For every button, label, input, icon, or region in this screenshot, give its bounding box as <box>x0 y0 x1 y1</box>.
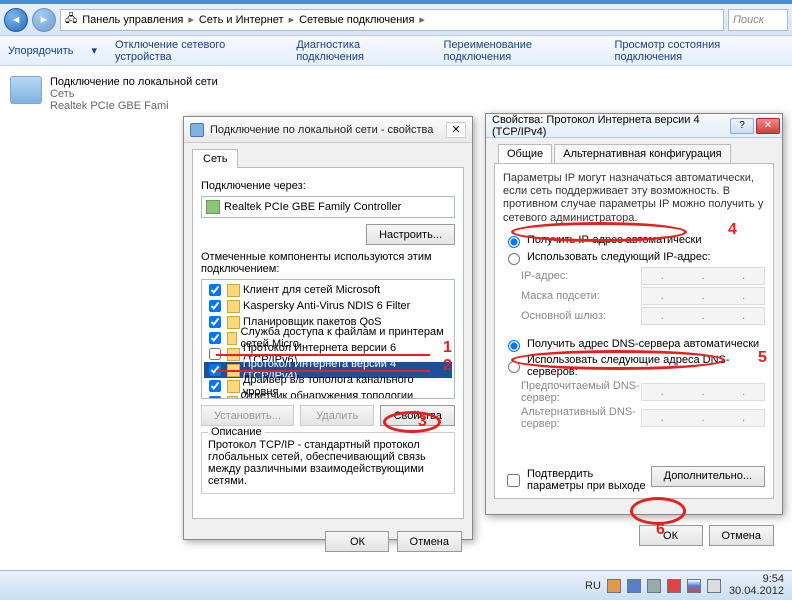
component-icon <box>227 284 240 297</box>
dialog-title: Подключение по локальной сети - свойства <box>210 124 446 136</box>
ip-label: IP-адрес: <box>521 270 641 282</box>
radio-manual-ip[interactable]: Использовать следующий IP-адрес: <box>503 250 765 265</box>
crumb[interactable]: Сеть и Интернет <box>196 14 287 26</box>
adapter-icon <box>206 200 220 214</box>
component-label: Kaspersky Anti-Virus NDIS 6 Filter <box>243 300 410 312</box>
connection-sub: Сеть <box>50 88 218 100</box>
help-button[interactable]: ? <box>730 118 754 134</box>
close-icon[interactable]: ✕ <box>446 122 466 138</box>
view-status[interactable]: Просмотр состояния подключения <box>614 39 784 63</box>
component-check[interactable] <box>209 284 221 296</box>
dialog-icon <box>190 123 204 137</box>
component-icon <box>227 316 240 329</box>
titlebar[interactable]: Подключение по локальной сети - свойства… <box>184 117 472 143</box>
ip-input: ... <box>641 267 765 285</box>
install-button[interactable]: Установить... <box>201 405 294 426</box>
dialog-title: Свойства: Протокол Интернета версии 4 (T… <box>492 114 730 138</box>
radio-auto-dns[interactable]: Получить адрес DNS-сервера автоматически <box>503 337 765 352</box>
annotation-underline-2 <box>216 370 430 372</box>
tray-icon[interactable] <box>607 579 621 593</box>
info-text: Параметры IP могут назначаться автоматич… <box>503 172 765 225</box>
dns1-label: Предпочитаемый DNS-сервер: <box>521 380 641 404</box>
adapter-name: Realtek PCIe GBE Family Controller <box>224 201 401 213</box>
close-icon[interactable]: ✕ <box>756 118 780 134</box>
forward-button[interactable]: ► <box>32 8 56 32</box>
components-label: Отмеченные компоненты используются этим … <box>201 251 455 275</box>
advanced-button[interactable]: Дополнительно... <box>651 466 765 487</box>
component-icon <box>227 300 240 313</box>
tray-icon[interactable] <box>647 579 661 593</box>
system-tray[interactable]: RU <box>585 579 721 593</box>
radio-auto-ip[interactable]: Получить IP-адрес автоматически <box>503 233 765 248</box>
configure-button[interactable]: Настроить... <box>366 224 455 245</box>
components-list[interactable]: Клиент для сетей Microsoft Kaspersky Anti… <box>201 279 455 399</box>
validate-check[interactable]: Подтвердить параметры при выходе <box>503 468 651 492</box>
component-check[interactable] <box>209 380 221 392</box>
tab-alt[interactable]: Альтернативная конфигурация <box>554 144 730 163</box>
component-row[interactable]: Клиент для сетей Microsoft <box>204 282 452 298</box>
dns2-input: ... <box>641 409 765 427</box>
nav-bar: ◄ ► 🖧 Панель управления▸ Сеть и Интернет… <box>0 4 792 36</box>
clock[interactable]: 9:54 30.04.2012 <box>729 574 784 597</box>
via-label: Подключение через: <box>201 180 455 192</box>
crumb[interactable]: Сетевые подключения <box>296 14 417 26</box>
organize-menu[interactable]: Упорядочить <box>8 45 73 57</box>
component-check[interactable] <box>209 316 221 328</box>
component-check[interactable] <box>209 332 221 344</box>
gw-label: Основной шлюз: <box>521 310 641 322</box>
component-label: Ответчик обнаружения топологии канальног… <box>241 390 451 399</box>
connection-name: Подключение по локальной сети <box>50 76 218 88</box>
back-button[interactable]: ◄ <box>4 8 28 32</box>
lang-indicator[interactable]: RU <box>585 580 601 592</box>
radio-manual-dns[interactable]: Использовать следующие адреса DNS-сервер… <box>503 354 765 378</box>
cancel-button[interactable]: Отмена <box>709 525 774 546</box>
description-text: Протокол TCP/IP - стандартный протокол г… <box>208 439 448 487</box>
component-icon <box>227 332 237 345</box>
tray-icon[interactable] <box>667 579 681 593</box>
description-title: Описание <box>208 426 265 438</box>
diagnose[interactable]: Диагностика подключения <box>296 39 425 63</box>
component-label: Клиент для сетей Microsoft <box>243 284 380 296</box>
connection-adapter: Realtek PCIe GBE Fami <box>50 100 218 112</box>
adapter-field: Realtek PCIe GBE Family Controller <box>201 196 455 218</box>
component-icon <box>227 380 240 393</box>
dns2-label: Альтернативный DNS-сервер: <box>521 406 641 430</box>
disable-device[interactable]: Отключение сетевого устройства <box>115 39 278 63</box>
tray-icon[interactable] <box>627 579 641 593</box>
toolbar: Упорядочить▾ Отключение сетевого устройс… <box>0 36 792 66</box>
properties-button[interactable]: Свойства <box>380 405 455 426</box>
mask-input: ... <box>641 287 765 305</box>
tab-network[interactable]: Сеть <box>192 149 238 168</box>
titlebar[interactable]: Свойства: Протокол Интернета версии 4 (T… <box>486 114 782 138</box>
folder-icon: 🖧 <box>65 10 77 29</box>
description-group: Описание Протокол TCP/IP - стандартный п… <box>201 432 455 494</box>
component-icon <box>227 396 238 400</box>
gw-input: ... <box>641 307 765 325</box>
connection-properties-dialog: Подключение по локальной сети - свойства… <box>183 116 473 540</box>
network-icon <box>10 76 42 104</box>
cancel-button[interactable]: Отмена <box>397 531 462 552</box>
component-check[interactable] <box>209 396 221 399</box>
ok-button[interactable]: ОК <box>639 525 703 546</box>
mask-label: Маска подсети: <box>521 290 641 302</box>
component-row[interactable]: Ответчик обнаружения топологии канальног… <box>204 394 452 399</box>
breadcrumb[interactable]: 🖧 Панель управления▸ Сеть и Интернет▸ Се… <box>60 9 724 31</box>
connection-item[interactable]: Подключение по локальной сети Сеть Realt… <box>10 76 782 112</box>
tab-general[interactable]: Общие <box>498 144 552 163</box>
remove-button[interactable]: Удалить <box>300 405 375 426</box>
tray-icon[interactable] <box>707 579 721 593</box>
annotation-underline-1 <box>216 354 430 356</box>
component-check[interactable] <box>209 300 221 312</box>
dns1-input: ... <box>641 383 765 401</box>
ok-button[interactable]: ОК <box>325 531 389 552</box>
crumb[interactable]: Панель управления <box>79 14 186 26</box>
component-row[interactable]: Kaspersky Anti-Virus NDIS 6 Filter <box>204 298 452 314</box>
taskbar: RU 9:54 30.04.2012 <box>0 570 792 600</box>
ipv4-properties-dialog: Свойства: Протокол Интернета версии 4 (T… <box>485 113 783 515</box>
rename[interactable]: Переименование подключения <box>444 39 597 63</box>
tray-icon[interactable] <box>687 579 701 593</box>
search-input[interactable]: Поиск <box>728 9 788 31</box>
